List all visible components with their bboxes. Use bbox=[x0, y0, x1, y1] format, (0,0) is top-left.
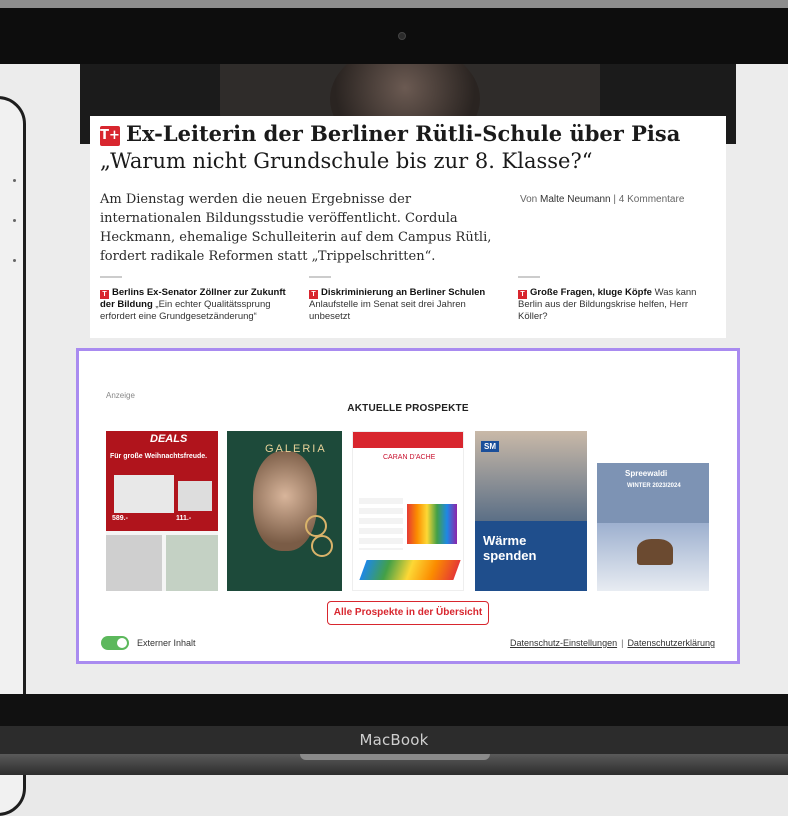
related-title: Diskriminierung an Berliner Schulen bbox=[321, 287, 486, 298]
author-link[interactable]: Malte Neumann bbox=[540, 194, 611, 205]
related-text: Anlaufstelle im Senat seit drei Jahren u… bbox=[309, 299, 466, 322]
carandache-header bbox=[353, 432, 463, 448]
ring-image bbox=[305, 515, 327, 537]
waerme-slogan: Wärme spenden bbox=[483, 533, 537, 563]
spreewaldi-logo: Spreewaldi bbox=[625, 469, 668, 478]
all-prospekte-button[interactable]: Alle Prospekte in der Übersicht bbox=[327, 601, 489, 625]
prospekt-spreewaldi[interactable]: Spreewaldi WINTER 2023/2024 bbox=[597, 463, 709, 591]
prospekt-carandache[interactable]: CARAN D'ACHE bbox=[352, 431, 464, 591]
article-headline[interactable]: T+ Ex-Leiterin der Berliner Rütli-Schule … bbox=[100, 120, 720, 175]
plus-icon: T bbox=[518, 290, 527, 299]
laptop-base bbox=[0, 754, 788, 775]
laptop-lid-edge bbox=[0, 0, 788, 8]
privacy-settings-link[interactable]: Datenschutz-Einstellungen bbox=[510, 638, 617, 648]
related-divider bbox=[100, 276, 122, 278]
related-article-1[interactable]: T Berlins Ex-Senator Zöllner zur Zukunft … bbox=[100, 276, 290, 323]
byline-prefix: Von bbox=[520, 194, 538, 205]
article-card: T+ Ex-Leiterin der Berliner Rütli-Schule … bbox=[90, 116, 726, 338]
deals-product-image bbox=[114, 475, 174, 513]
spreewaldi-season: WINTER 2023/2024 bbox=[627, 483, 681, 489]
galeria-model-image bbox=[253, 451, 317, 551]
article-teaser: Am Dienstag werden die neuen Ergebnisse … bbox=[100, 192, 492, 264]
pencils-image bbox=[407, 504, 457, 544]
related-divider bbox=[518, 276, 540, 278]
plus-icon: T bbox=[309, 290, 318, 299]
related-divider bbox=[309, 276, 331, 278]
prospekte-ad-box: Anzeige AKTUELLE PROSPEKTE DEALS Für gro… bbox=[76, 348, 740, 664]
privacy-links: Datenschutz-Einstellungen | Datenschutzerk… bbox=[510, 638, 715, 648]
ring-image bbox=[311, 535, 333, 557]
camera-icon bbox=[398, 32, 406, 40]
prospekt-galeria[interactable]: GALERIA bbox=[227, 431, 342, 591]
deals-product-image bbox=[106, 535, 162, 591]
related-title: Große Fragen, kluge Köpfe bbox=[530, 287, 652, 298]
link-separator: | bbox=[621, 638, 624, 648]
carandache-logo: CARAN D'ACHE bbox=[383, 454, 436, 461]
plus-icon: T bbox=[100, 290, 109, 299]
external-content-toggle[interactable] bbox=[101, 636, 129, 650]
comments-link[interactable]: 4 Kommentare bbox=[619, 194, 685, 205]
laptop-chin: MacBook bbox=[0, 726, 788, 754]
prospekt-deals[interactable]: DEALS Für große Weihnachtsfreude. 589.- … bbox=[106, 431, 218, 591]
pencils-image bbox=[359, 560, 461, 580]
tablet-button bbox=[13, 259, 16, 262]
deals-price: 111.- bbox=[176, 515, 192, 522]
tagesspiegel-plus-icon: T+ bbox=[100, 126, 120, 146]
article-byline: Von Malte Neumann | 4 Kommentare bbox=[520, 194, 684, 205]
related-article-3[interactable]: T Große Fragen, kluge Köpfe Was kann Berl… bbox=[518, 276, 708, 323]
headline-quote[interactable]: „Warum nicht Grundschule bis zur 8. Klas… bbox=[100, 149, 592, 173]
haystack-image bbox=[637, 539, 673, 565]
deals-price: 589.- bbox=[112, 515, 128, 522]
sm-logo: SM bbox=[481, 441, 499, 452]
ad-title: AKTUELLE PROSPEKTE bbox=[347, 403, 469, 414]
related-article-2[interactable]: T Diskriminierung an Berliner Schulen Anl… bbox=[309, 276, 499, 323]
tablet-button bbox=[13, 179, 16, 182]
tablet-button bbox=[13, 219, 16, 222]
macbook-label: MacBook bbox=[359, 731, 429, 749]
laptop-top-bezel bbox=[0, 0, 788, 64]
carandache-price-list bbox=[359, 498, 403, 550]
deals-slogan: Für große Weihnachtsfreude. bbox=[110, 453, 208, 460]
ad-label: Anzeige bbox=[106, 391, 135, 400]
deals-product-image bbox=[166, 535, 218, 591]
external-content-label: Externer Inhalt bbox=[137, 638, 196, 648]
privacy-policy-link[interactable]: Datenschutzerklärung bbox=[627, 638, 715, 648]
headline-bold[interactable]: Ex-Leiterin der Berliner Rütli-Schule üb… bbox=[126, 121, 680, 146]
deals-product-image bbox=[178, 481, 212, 511]
galeria-logo: GALERIA bbox=[265, 443, 327, 455]
laptop-hinge-notch bbox=[300, 754, 490, 760]
deals-brand: DEALS bbox=[150, 433, 188, 445]
prospekt-waerme-spenden[interactable]: SM Wärme spenden bbox=[475, 431, 587, 591]
laptop-bottom-bezel bbox=[0, 694, 788, 726]
